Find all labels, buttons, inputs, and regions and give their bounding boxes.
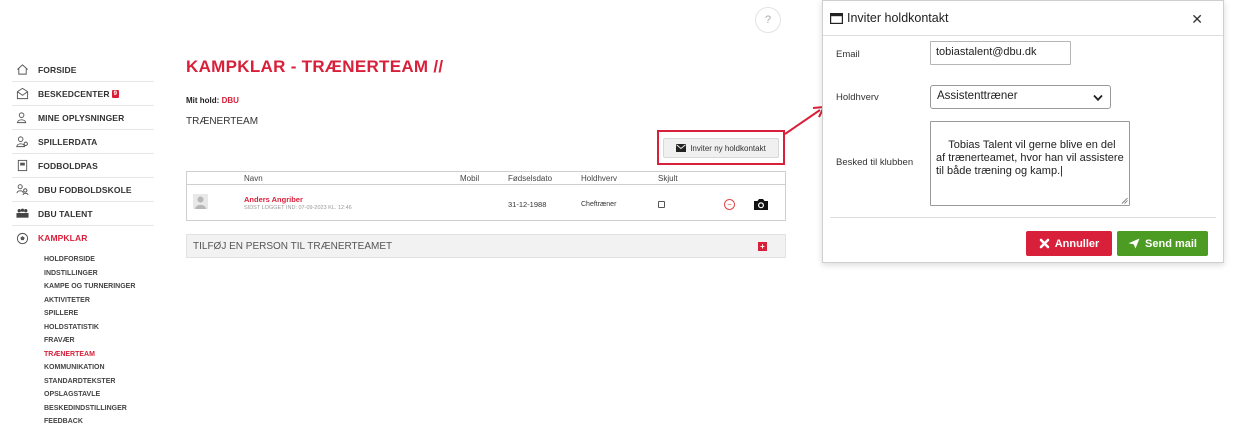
- cancel-icon: [1039, 238, 1049, 249]
- send-icon: [1128, 238, 1140, 249]
- subnav-item-beskedindstillinger[interactable]: BESKEDINDSTILLINGER: [44, 402, 154, 416]
- chevron-down-icon: [1093, 94, 1103, 102]
- team-icon: [14, 207, 30, 221]
- id-card-icon: [14, 159, 30, 173]
- subnav-item-aktiviteter[interactable]: AKTIVITETER: [44, 294, 154, 308]
- trainer-team-table: Navn Mobil Fødselsdato Holdhverv Skjult …: [186, 171, 786, 221]
- unread-badge: 9: [111, 89, 120, 98]
- modal-header: Inviter holdkontakt ✕: [823, 1, 1223, 36]
- message-textarea[interactable]: Tobias Talent vil gerne blive en del af …: [930, 121, 1130, 206]
- sidebar-item-dbu-fodboldskole[interactable]: DBU FODBOLDSKOLE: [12, 178, 154, 202]
- role-select-value: Assistenttræner: [937, 90, 1018, 102]
- avatar: [193, 194, 208, 211]
- team-value[interactable]: DBU: [222, 96, 239, 105]
- help-button[interactable]: ?: [755, 7, 781, 33]
- sidebar-item-spillerdata[interactable]: SPILLERDATA: [12, 130, 154, 154]
- sidebar-item-label: MINE OPLYSNINGER: [38, 112, 125, 123]
- invite-contact-label: Inviter ny holdkontakt: [690, 143, 766, 153]
- last-login-text: SIDST LOGGET IND: 07-09-2023 KL. 12:46: [244, 205, 352, 211]
- page-title: KAMPKLAR - TRÆNERTEAM //: [186, 57, 444, 76]
- plus-icon[interactable]: +: [758, 242, 767, 251]
- message-label: Besked til klubben: [836, 157, 914, 168]
- minus-icon: −: [727, 199, 732, 209]
- subnav-item-kommunikation[interactable]: KOMMUNIKATION: [44, 361, 154, 375]
- sidebar-item-forside[interactable]: FORSIDE: [12, 58, 154, 82]
- cancel-button-label: Annuller: [1054, 237, 1100, 250]
- member-name-link[interactable]: Anders Angriber: [244, 195, 352, 204]
- home-icon: [14, 63, 30, 77]
- football-icon: [14, 231, 30, 245]
- subnav-item-feedback[interactable]: FEEDBACK: [44, 415, 154, 429]
- sidebar-item-kampklar[interactable]: KAMPKLAR: [12, 226, 154, 250]
- add-person-bar[interactable]: TILFØJ EN PERSON TIL TRÆNERTEAMET +: [186, 234, 786, 258]
- sidebar-item-label: DBU TALENT: [38, 208, 93, 219]
- member-cell: Anders Angriber SIDST LOGGET IND: 07-09-…: [244, 195, 352, 211]
- sidebar-item-label: FORSIDE: [38, 64, 77, 75]
- role-label: Holdhverv: [836, 92, 879, 103]
- email-label: Email: [836, 49, 860, 60]
- sidebar-item-mine-oplysninger[interactable]: MINE OPLYSNINGER: [12, 106, 154, 130]
- message-text: Tobias Talent vil gerne blive en del af …: [936, 139, 1127, 177]
- subnav-item-traenerteam[interactable]: TRÆNERTEAM: [44, 348, 154, 362]
- subnav-item-standardtekster[interactable]: STANDARDTEKSTER: [44, 375, 154, 389]
- remove-member-button[interactable]: −: [724, 199, 735, 210]
- sidebar-item-beskedcenter[interactable]: BESKEDCENTER 9: [12, 82, 154, 106]
- role-select[interactable]: Assistenttræner: [930, 85, 1111, 109]
- send-mail-button[interactable]: Send mail: [1117, 231, 1208, 256]
- role-cell: Cheftræner: [581, 200, 617, 208]
- sidebar-item-label: DBU FODBOLDSKOLE: [38, 184, 132, 195]
- column-header-name: Navn: [244, 174, 263, 183]
- subnav-item-kampe-og-turneringer[interactable]: KAMPE OG TURNERINGER: [44, 280, 154, 294]
- window-icon: [830, 12, 843, 24]
- subnav-item-fravaer[interactable]: FRAVÆR: [44, 334, 154, 348]
- close-icon[interactable]: ✕: [1191, 11, 1203, 28]
- email-field[interactable]: tobiastalent@dbu.dk: [930, 41, 1071, 65]
- team-label: Mit hold:: [186, 96, 220, 105]
- column-header-birthdate: Fødselsdato: [508, 174, 553, 183]
- resize-handle-icon[interactable]: [1121, 197, 1128, 204]
- subnav-item-opslagstavle[interactable]: OPSLAGSTAVLE: [44, 388, 154, 402]
- subnav-item-holdforside[interactable]: HOLDFORSIDE: [44, 253, 154, 267]
- invite-contact-button[interactable]: Inviter ny holdkontakt: [663, 138, 779, 158]
- sidebar: FORSIDE BESKEDCENTER 9 MINE OPLYSNINGER …: [12, 58, 154, 429]
- birthdate-cell: 31-12-1988: [508, 200, 547, 209]
- user-icon: [14, 111, 30, 125]
- text-cursor: |: [1060, 165, 1063, 177]
- sidebar-item-fodboldpas[interactable]: FODBOLDPAS: [12, 154, 154, 178]
- invite-contact-modal: Inviter holdkontakt ✕ Email tobiastalent…: [822, 0, 1224, 263]
- hidden-checkbox[interactable]: [658, 201, 665, 208]
- column-header-hidden: Skjult: [658, 174, 678, 183]
- team-indicator: Mit hold: DBU: [186, 96, 239, 105]
- envelope-icon: [676, 144, 687, 152]
- people-icon: [14, 183, 30, 197]
- sidebar-item-label: SPILLERDATA: [38, 136, 98, 147]
- column-header-role: Holdhverv: [581, 174, 618, 183]
- table-header: Navn Mobil Fødselsdato Holdhverv Skjult: [187, 172, 785, 185]
- section-title: TRÆNERTEAM: [186, 116, 259, 127]
- sidebar-item-label: BESKEDCENTER: [38, 88, 110, 99]
- cancel-button[interactable]: Annuller: [1026, 231, 1112, 256]
- camera-icon[interactable]: [753, 198, 769, 213]
- send-mail-button-label: Send mail: [1145, 237, 1197, 250]
- table-row: Anders Angriber SIDST LOGGET IND: 07-09-…: [187, 186, 785, 220]
- kampklar-subnav: HOLDFORSIDE INDSTILLINGER KAMPE OG TURNE…: [12, 253, 154, 429]
- column-header-mobile: Mobil: [460, 174, 480, 183]
- sidebar-item-dbu-talent[interactable]: DBU TALENT: [12, 202, 154, 226]
- subnav-item-holdstatistik[interactable]: HOLDSTATISTIK: [44, 321, 154, 335]
- users-icon: [14, 135, 30, 149]
- envelope-icon: [14, 87, 30, 101]
- subnav-item-spillere[interactable]: SPILLERE: [44, 307, 154, 321]
- modal-divider: [830, 217, 1216, 218]
- sidebar-item-label: FODBOLDPAS: [38, 160, 98, 171]
- add-person-label: TILFØJ EN PERSON TIL TRÆNERTEAMET: [193, 240, 393, 252]
- sidebar-item-label: KAMPKLAR: [38, 233, 88, 243]
- subnav-item-indstillinger[interactable]: INDSTILLINGER: [44, 267, 154, 281]
- modal-title: Inviter holdkontakt: [847, 11, 949, 25]
